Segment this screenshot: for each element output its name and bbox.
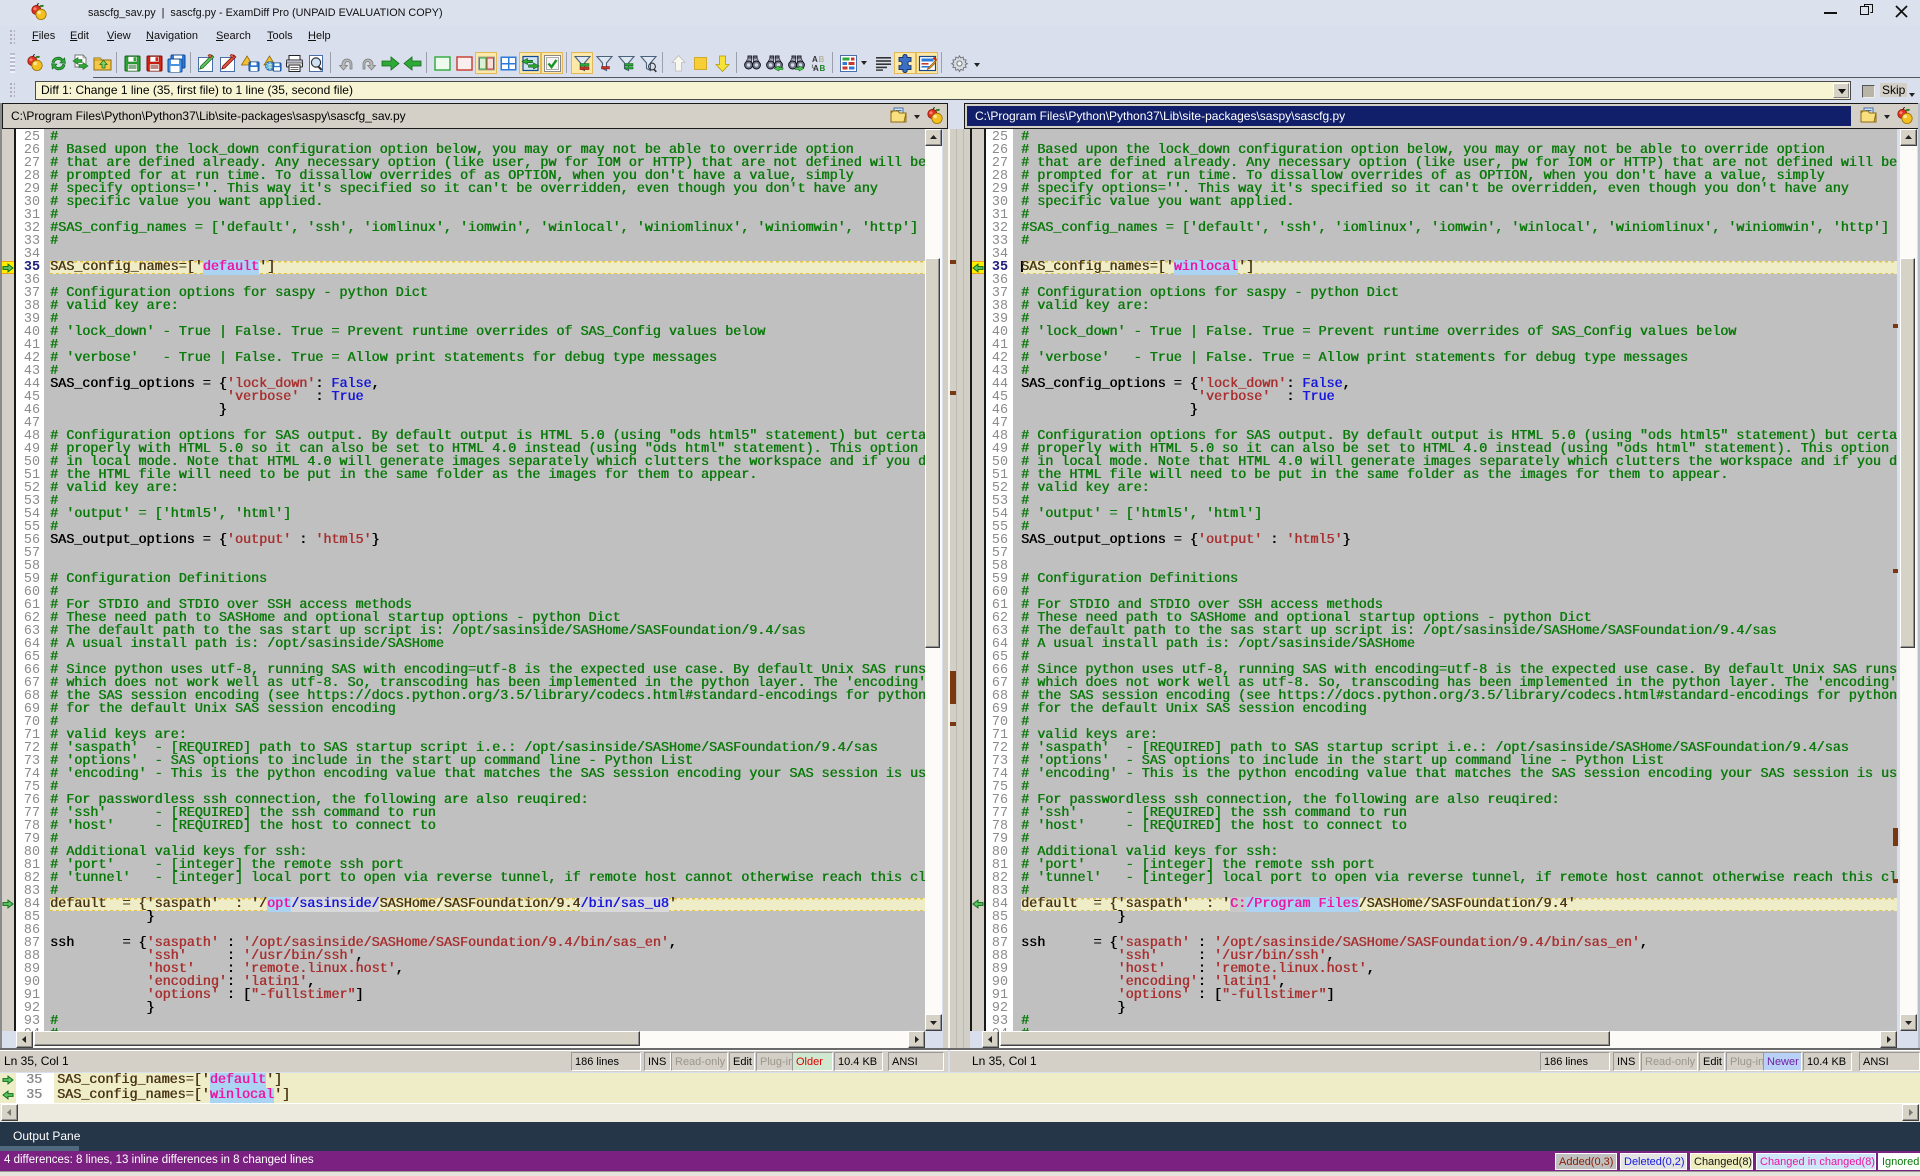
svg-text:B: B xyxy=(819,64,825,73)
svg-text:B: B xyxy=(818,55,824,64)
svg-text:A: A xyxy=(812,55,818,64)
